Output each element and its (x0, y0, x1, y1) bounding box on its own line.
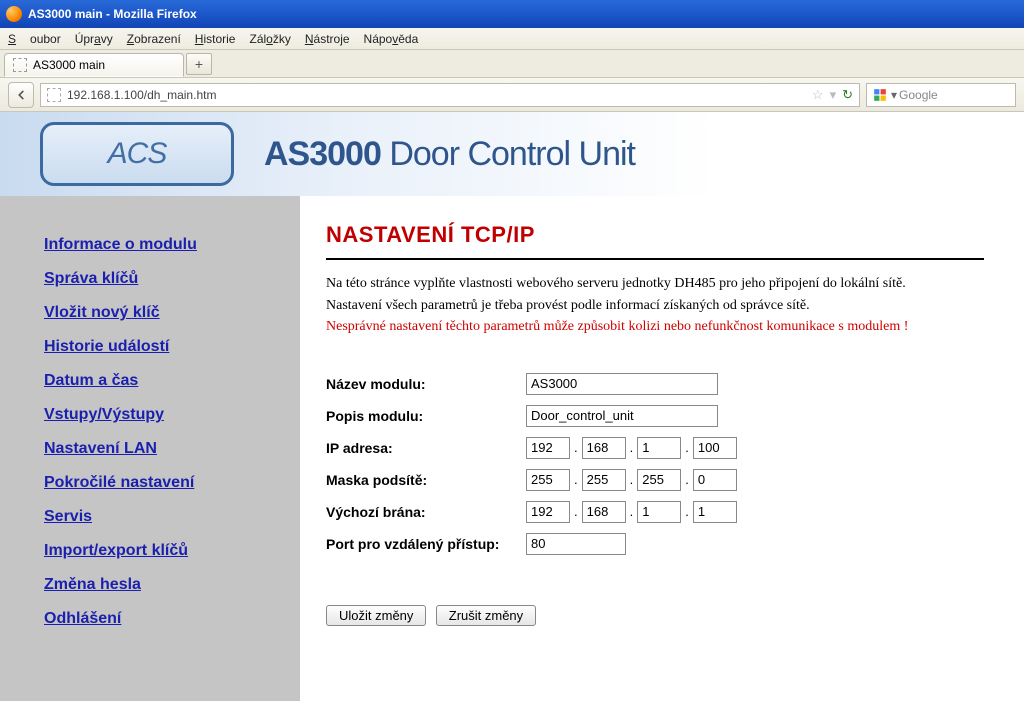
page-header-title: AS3000 Door Control Unit (264, 135, 635, 174)
intro-line-2: Nastavení všech parametrů je třeba prové… (326, 296, 984, 316)
menu-zobrazeni[interactable]: Zobrazení (127, 32, 181, 46)
label-port: Port pro vzdálený přístup: (326, 536, 526, 552)
menu-zalozky[interactable]: Záložky (249, 32, 290, 46)
input-popis[interactable] (526, 405, 718, 427)
label-nazev: Název modulu: (326, 376, 526, 392)
dropdown-icon[interactable]: ▾ (830, 87, 837, 103)
back-arrow-icon (14, 88, 28, 102)
menu-historie[interactable]: Historie (195, 32, 236, 46)
intro-line-1: Na této stránce vyplňte vlastnosti webov… (326, 274, 984, 294)
sidebar-item-service[interactable]: Servis (44, 508, 280, 526)
input-ip-4[interactable] (693, 437, 737, 459)
input-ip-3[interactable] (637, 437, 681, 459)
url-text: 192.168.1.100/dh_main.htm (67, 88, 216, 102)
label-mask: Maska podsítě: (326, 472, 526, 488)
label-ip: IP adresa: (326, 440, 526, 456)
sidebar-item-datetime[interactable]: Datum a čas (44, 372, 280, 390)
sidebar-item-impexp[interactable]: Import/export klíčů (44, 542, 280, 560)
cancel-button[interactable]: Zrušit změny (436, 605, 536, 626)
url-bar[interactable]: 192.168.1.100/dh_main.htm ☆ ▾ ↻ (40, 83, 860, 107)
window-titlebar: AS3000 main - Mozilla Firefox (0, 0, 1024, 28)
label-gw: Výchozí brána: (326, 504, 526, 520)
menu-soubor[interactable]: SSouboroubor (8, 32, 61, 46)
button-row: Uložit změny Zrušit změny (326, 605, 984, 626)
input-nazev[interactable] (526, 373, 718, 395)
input-ip-1[interactable] (526, 437, 570, 459)
input-ip-2[interactable] (582, 437, 626, 459)
back-button[interactable] (8, 82, 34, 108)
menu-nastroje[interactable]: Nástroje (305, 32, 350, 46)
input-mask-4[interactable] (693, 469, 737, 491)
window-title: AS3000 main - Mozilla Firefox (28, 7, 197, 21)
main-content: NASTAVENÍ TCP/IP Na této stránce vyplňte… (300, 196, 1024, 701)
content-heading: NASTAVENÍ TCP/IP (326, 222, 984, 248)
reload-icon[interactable]: ↻ (842, 87, 853, 103)
menu-upravy[interactable]: Úpravy (75, 32, 113, 46)
input-gw-3[interactable] (637, 501, 681, 523)
sidebar-item-info[interactable]: Informace o modulu (44, 236, 280, 254)
save-button[interactable]: Uložit změny (326, 605, 426, 626)
menu-napoveda[interactable]: Nápověda (364, 32, 419, 46)
input-gw-2[interactable] (582, 501, 626, 523)
input-gw-4[interactable] (693, 501, 737, 523)
firefox-icon (6, 6, 22, 22)
search-placeholder: Google (899, 88, 938, 102)
input-gw-1[interactable] (526, 501, 570, 523)
tab-as3000[interactable]: AS3000 main (4, 53, 184, 77)
new-tab-button[interactable]: + (186, 53, 212, 75)
sidebar-item-lan[interactable]: Nastavení LAN (44, 440, 280, 458)
sidebar-item-history[interactable]: Historie událostí (44, 338, 280, 356)
google-icon (873, 88, 887, 102)
intro-warning: Nesprávné nastavení těchto parametrů můž… (326, 317, 984, 337)
menu-bar: SSouboroubor Úpravy Zobrazení Historie Z… (0, 28, 1024, 50)
label-popis: Popis modulu: (326, 408, 526, 424)
tab-strip: AS3000 main + (0, 50, 1024, 78)
sidebar: Informace o modulu Správa klíčů Vložit n… (0, 196, 300, 701)
site-icon (47, 88, 61, 102)
sidebar-item-logout[interactable]: Odhlášení (44, 610, 280, 628)
tab-label: AS3000 main (33, 58, 105, 72)
page-icon (13, 58, 27, 72)
input-mask-2[interactable] (582, 469, 626, 491)
divider (326, 258, 984, 260)
page-header: ACS AS3000 Door Control Unit (0, 112, 1024, 196)
sidebar-item-newkey[interactable]: Vložit nový klíč (44, 304, 280, 322)
acs-logo: ACS (40, 122, 234, 186)
input-mask-1[interactable] (526, 469, 570, 491)
input-port[interactable] (526, 533, 626, 555)
toolbar: 192.168.1.100/dh_main.htm ☆ ▾ ↻ ▾ Google (0, 78, 1024, 112)
sidebar-item-keys[interactable]: Správa klíčů (44, 270, 280, 288)
sidebar-item-password[interactable]: Změna hesla (44, 576, 280, 594)
input-mask-3[interactable] (637, 469, 681, 491)
sidebar-item-advanced[interactable]: Pokročilé nastavení (44, 474, 280, 492)
bookmark-star-icon[interactable]: ☆ (812, 87, 824, 103)
settings-form: Název modulu: Popis modulu: IP adresa: .… (326, 373, 984, 555)
sidebar-item-io[interactable]: Vstupy/Výstupy (44, 406, 280, 424)
search-box[interactable]: ▾ Google (866, 83, 1016, 107)
